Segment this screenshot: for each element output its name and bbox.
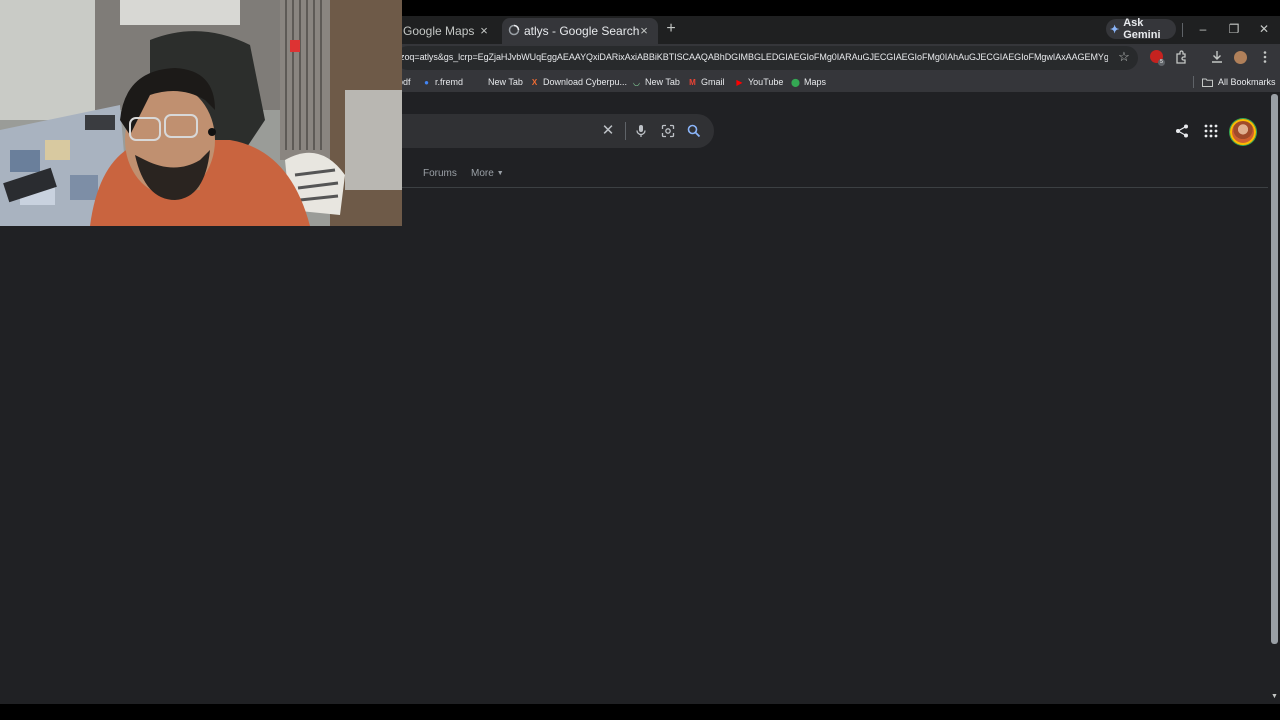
download-site-icon: X xyxy=(531,77,538,87)
clear-icon[interactable]: ✕ xyxy=(600,123,616,139)
all-bookmarks-button[interactable]: All Bookmarks xyxy=(1202,76,1276,88)
webcam-video-image xyxy=(0,0,402,226)
bottom-black-strip xyxy=(0,704,1280,720)
divider xyxy=(1182,23,1183,37)
gmail-icon: M xyxy=(689,77,696,87)
close-icon[interactable]: × xyxy=(636,23,652,39)
folder-icon xyxy=(1202,78,1213,87)
url-text[interactable]: zoq=atlys&gs_lcrp=EgZjaHJvbWUqEggAEAAYQx… xyxy=(400,52,1108,66)
new-tab-icon: ◡ xyxy=(633,77,640,87)
bookmark-label: Download Cyberpu... xyxy=(543,77,628,87)
webcam-overlay xyxy=(0,0,402,226)
close-icon[interactable]: × xyxy=(476,23,492,39)
loading-icon xyxy=(508,24,520,36)
restore-button[interactable]: ❐ xyxy=(1225,20,1243,38)
youtube-icon: ▶ xyxy=(736,77,743,87)
bookmark-maps[interactable]: ⬤ Maps xyxy=(791,76,826,88)
ask-gemini-button[interactable]: ✦ Ask Gemini xyxy=(1106,17,1176,41)
divider xyxy=(1193,76,1194,88)
tab-title: Google Maps xyxy=(403,24,475,38)
minimize-button[interactable]: – xyxy=(1194,20,1212,38)
new-tab-button[interactable]: + xyxy=(662,20,680,38)
google-lens-icon[interactable] xyxy=(660,123,676,139)
caret-down-icon: ▼ xyxy=(496,170,504,177)
bookmark-label: r.fremd xyxy=(435,77,464,87)
gemini-sparkle-icon: ✦ xyxy=(1110,23,1120,36)
bookmark-new-tab-2[interactable]: ◡ New Tab xyxy=(632,76,680,88)
bookmark-new-tab[interactable]: New Tab xyxy=(475,76,523,88)
extension-badge: 5 xyxy=(1158,59,1165,66)
divider xyxy=(625,122,626,140)
scrollbar[interactable] xyxy=(1271,94,1278,644)
search-input[interactable]: ✕ xyxy=(396,114,714,148)
tab-atlys-search[interactable]: atlys - Google Search × xyxy=(502,18,658,44)
address-bar[interactable]: zoq=atlys&gs_lcrp=EgZjaHJvbWUqEggAEAAYQx… xyxy=(396,46,1138,70)
new-tab-icon xyxy=(475,78,484,87)
bookmark-label: Gmail xyxy=(701,77,725,87)
divider xyxy=(396,187,1268,188)
bookmark-star-icon[interactable]: ☆ xyxy=(1117,49,1131,65)
bookmark-label: Maps xyxy=(804,77,827,87)
scroll-down-arrow-icon[interactable]: ▼ xyxy=(1270,692,1279,701)
ask-gemini-label: Ask Gemini xyxy=(1123,17,1161,41)
google-icon: ● xyxy=(424,77,429,87)
account-avatar[interactable] xyxy=(1230,119,1256,145)
bookmark-r-fremd[interactable]: ● r.fremd xyxy=(422,76,463,88)
close-window-button[interactable]: ✕ xyxy=(1255,20,1273,38)
tab-google-maps[interactable]: Google Maps × xyxy=(396,18,498,44)
bookmark-gmail[interactable]: M Gmail xyxy=(688,76,725,88)
bookmark-label: New Tab xyxy=(645,77,680,87)
extensions-puzzle-icon[interactable] xyxy=(1173,49,1189,65)
tab-more[interactable]: More ▼ xyxy=(471,168,504,179)
menu-kebab-icon[interactable] xyxy=(1257,49,1273,65)
search-icon[interactable] xyxy=(686,123,702,139)
tab-title: atlys - Google Search xyxy=(524,24,640,38)
google-apps-icon[interactable] xyxy=(1203,123,1219,139)
share-icon[interactable] xyxy=(1174,123,1190,139)
download-icon[interactable] xyxy=(1209,49,1225,65)
all-bookmarks-label: All Bookmarks xyxy=(1218,77,1276,87)
bookmark-label: New Tab xyxy=(488,77,523,87)
tab-forums[interactable]: Forums xyxy=(423,168,457,179)
screen: Google Maps × atlys - Google Search × + … xyxy=(0,0,1280,720)
maps-icon: ⬤ xyxy=(791,77,800,87)
tab-more-label: More xyxy=(471,168,494,179)
bookmark-youtube[interactable]: ▶ YouTube xyxy=(735,76,783,88)
microphone-icon[interactable] xyxy=(633,123,649,139)
bookmark-download-cyberpunk[interactable]: X Download Cyberpu... xyxy=(530,76,627,88)
profile-avatar-small[interactable] xyxy=(1234,51,1247,64)
bookmark-label: YouTube xyxy=(748,77,784,87)
